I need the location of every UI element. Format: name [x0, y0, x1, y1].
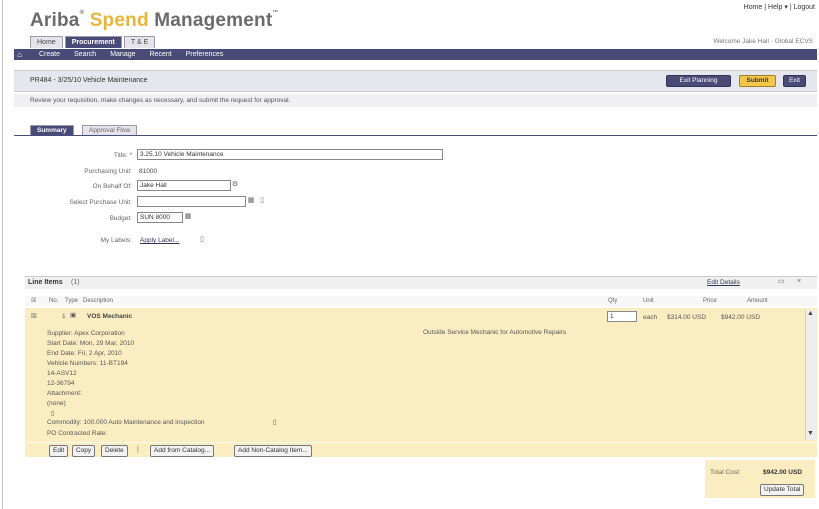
select-all-checkbox[interactable]: ☒	[31, 297, 36, 304]
row-amount: $942.00 USD	[721, 314, 761, 321]
home-icon[interactable]: ⌂	[14, 49, 25, 60]
vehicle-number-2: 14-ASV12	[47, 370, 77, 377]
nav-manage[interactable]: Manage	[110, 51, 135, 58]
title-label: Title: *	[113, 152, 132, 159]
end-date-text: End Date: Fri, 2 Apr, 2010	[47, 350, 122, 357]
on-behalf-label: On Behalf Of:	[92, 183, 132, 190]
col-type: Type	[65, 298, 79, 304]
my-labels-label: My Labels:	[100, 237, 132, 244]
col-unit: Unit	[643, 298, 654, 304]
nav-create[interactable]: Create	[39, 51, 60, 58]
calendar-icon[interactable]: ▦	[184, 213, 192, 221]
vehicle-number-3: 12-36794	[47, 380, 75, 387]
col-description: Description	[83, 298, 114, 304]
col-amount: Amount	[747, 298, 768, 304]
tab-procurement[interactable]: Procurement	[64, 36, 122, 48]
add-from-catalog-button[interactable]: Add from Catalog...	[150, 445, 214, 457]
submit-button[interactable]: Submit	[739, 75, 776, 87]
purchasing-unit-value: 81000	[139, 168, 158, 175]
top-links[interactable]: Home | Help ▾ | Logout	[744, 3, 815, 11]
select-purchase-unit-label: Select Purchase Unit:	[69, 199, 132, 206]
instruction-bar: Review your requisition, make changes as…	[14, 94, 817, 107]
welcome-text: Welcome Jake Hall · Global ECVS	[713, 38, 813, 45]
table-options-icon[interactable]: ▭	[775, 278, 787, 286]
total-cost-value: $942.00 USD	[763, 469, 803, 476]
nav-bar: ⌂ Create Search Manage Recent Preference…	[14, 49, 817, 60]
col-no: No.	[49, 298, 59, 304]
row-unit: each	[643, 314, 658, 321]
edit-details-link[interactable]: Edit Details	[707, 279, 740, 286]
copy-button[interactable]: Copy	[72, 445, 96, 457]
info-icon[interactable]: ▯	[258, 197, 266, 205]
line-items-header: Line Items (1) Edit Details ▭ ×	[25, 276, 817, 289]
app-logo: Ariba® Spend Management™	[30, 10, 279, 31]
row-checkbox[interactable]: ☒	[31, 312, 37, 320]
row-description: VOS Mechanic	[87, 313, 133, 320]
attachment-icon[interactable]: ▯	[51, 409, 55, 417]
nav-preferences[interactable]: Preferences	[186, 51, 224, 58]
budget-label: Budget:	[109, 215, 132, 222]
edit-button[interactable]: Edit	[49, 445, 69, 457]
select-purchase-unit-input[interactable]	[137, 196, 246, 207]
main-tabs: Home Procurement T & E	[30, 36, 156, 48]
totals-box: Total Cost: $942.00 USD Update Total	[705, 460, 815, 498]
scroll-up-icon[interactable]: ▲	[807, 310, 814, 317]
search-icon[interactable]: ⚙	[231, 181, 239, 189]
info-icon[interactable]: ▯	[198, 236, 206, 244]
vehicle-numbers-text: Vehicle Numbers: 11-BT194	[47, 360, 128, 367]
line-items-title: Line Items	[28, 279, 63, 286]
budget-input[interactable]: SUN 8000	[137, 212, 183, 223]
total-cost-label: Total Cost:	[710, 469, 741, 476]
row-long-description: Outside Service Mechanic for Automotive …	[423, 329, 567, 336]
list-icon[interactable]: ▦	[247, 197, 255, 205]
add-non-catalog-button[interactable]: Add Non-Catalog Item...	[234, 445, 312, 457]
line-item-row[interactable]: ☒ 1 ▣ VOS Mechanic Outside Service Mecha…	[25, 308, 817, 442]
delete-button[interactable]: Delete	[101, 445, 128, 457]
purchasing-unit-label: Purchasing Unit:	[84, 168, 132, 175]
commodity-text: Commodity: 100.000 Auto Maintenance and …	[47, 419, 205, 426]
row-number: 1	[62, 313, 66, 320]
exit-planning-button[interactable]: Exit Planning	[666, 75, 731, 87]
attachment-value: (none)	[47, 400, 66, 407]
separator: |	[137, 446, 139, 453]
line-items-button-bar: Edit Copy Delete | Add from Catalog... A…	[25, 443, 817, 457]
row-price: $314.00 USD	[667, 314, 707, 321]
tab-t-and-e[interactable]: T & E	[123, 36, 156, 48]
supplier-text: Supplier: Apex Corporation	[47, 330, 125, 337]
nav-search[interactable]: Search	[74, 51, 96, 58]
line-items-scrollbar[interactable]: ▲ ▼	[805, 310, 816, 440]
nav-recent[interactable]: Recent	[150, 51, 172, 58]
col-price: Price	[703, 298, 717, 304]
tab-home[interactable]: Home	[30, 36, 63, 48]
document-title: PR484 - 3/25/10 Vehicle Maintenance	[30, 77, 148, 84]
start-date-text: Start Date: Mon, 29 Mar, 2010	[47, 340, 135, 347]
instruction-text: Review your requisition, make changes as…	[30, 97, 291, 104]
apply-label-link[interactable]: Apply Label...	[140, 237, 179, 244]
line-items-count: (1)	[71, 279, 80, 286]
scroll-down-icon[interactable]: ▼	[807, 430, 814, 437]
on-behalf-input[interactable]: Jake Hall	[137, 180, 231, 191]
contracted-rate-text: PO Contracted Rate:	[47, 430, 108, 437]
service-icon: ▣	[70, 312, 77, 319]
attachment-label: Attachment:	[47, 390, 82, 397]
qty-input[interactable]: 1	[607, 311, 637, 322]
exit-button[interactable]: Exit	[783, 75, 806, 87]
title-input[interactable]: 3.25.10 Vehicle Maintenance	[137, 149, 443, 160]
update-total-button[interactable]: Update Total	[760, 484, 805, 496]
col-qty: Qty	[608, 298, 618, 304]
subtab-underline	[14, 135, 817, 136]
commodity-info-icon[interactable]: ▯	[273, 418, 277, 426]
close-icon[interactable]: ×	[795, 278, 803, 286]
column-header-row: ☒ No. Type Description Qty Unit Price Am…	[25, 296, 817, 306]
